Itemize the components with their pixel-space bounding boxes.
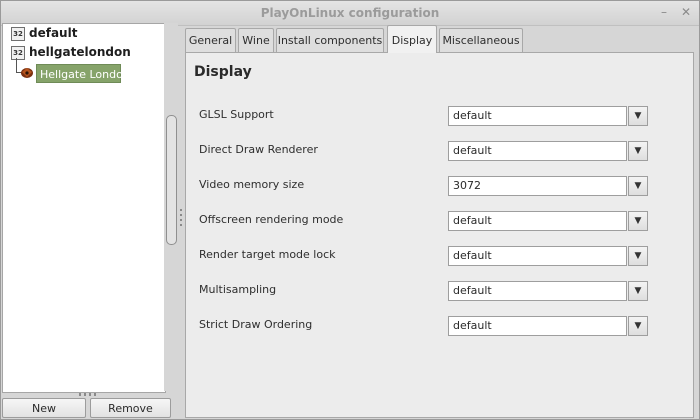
video-memory-size-label: Video memory size — [199, 178, 305, 191]
select-value[interactable]: 3072 — [448, 176, 627, 196]
multisampling-label: Multisampling — [199, 283, 277, 296]
tab-display[interactable]: Display — [387, 25, 437, 53]
window-title: PlayOnLinux configuration — [260, 6, 440, 20]
chevron-down-icon[interactable]: ▼ — [628, 176, 648, 196]
panel-title: Display — [194, 64, 252, 80]
chevron-down-icon[interactable]: ▼ — [628, 246, 648, 266]
scrollbar-thumb[interactable] — [166, 115, 177, 245]
remove-button[interactable]: Remove — [90, 398, 171, 418]
strict-draw-ordering-label: Strict Draw Ordering — [199, 318, 313, 331]
glsl-support-select[interactable]: default ▼ — [448, 106, 648, 126]
display-settings-panel: Display GLSL Support default ▼ Direct Dr… — [185, 52, 694, 418]
32-bit-badge-icon: 32 — [11, 26, 25, 41]
offscreen-rendering-mode-label: Offscreen rendering mode — [199, 213, 344, 226]
offscreen-rendering-mode-select[interactable]: default ▼ — [448, 211, 648, 231]
chevron-down-icon[interactable]: ▼ — [628, 281, 648, 301]
tab-miscellaneous[interactable]: Miscellaneous — [439, 28, 523, 52]
game-icon — [21, 68, 33, 78]
select-value[interactable]: default — [448, 106, 627, 126]
direct-draw-renderer-select[interactable]: default ▼ — [448, 141, 648, 161]
tab-wine[interactable]: Wine — [238, 28, 274, 52]
tree-item-label: default — [29, 26, 78, 40]
chevron-down-icon[interactable]: ▼ — [628, 106, 648, 126]
tree-item-label: hellgatelondon — [29, 45, 131, 59]
render-target-mode-lock-label: Render target mode lock — [199, 248, 336, 261]
glsl-support-label: GLSL Support — [199, 108, 274, 121]
chevron-down-icon[interactable]: ▼ — [628, 316, 648, 336]
tab-install-components[interactable]: Install components — [276, 28, 384, 52]
minimize-button[interactable]: – — [657, 5, 671, 19]
chevron-down-icon[interactable]: ▼ — [628, 211, 648, 231]
new-button[interactable]: New — [2, 398, 86, 418]
tree-item-hellgate-london[interactable]: Hellgate London — [36, 64, 130, 83]
chevron-down-icon[interactable]: ▼ — [628, 141, 648, 161]
resize-grip-icon[interactable] — [79, 393, 99, 396]
select-value[interactable]: default — [448, 211, 627, 231]
select-value[interactable]: default — [448, 141, 627, 161]
direct-draw-renderer-label: Direct Draw Renderer — [199, 143, 318, 156]
video-memory-size-select[interactable]: 3072 ▼ — [448, 176, 648, 196]
select-value[interactable]: default — [448, 281, 627, 301]
tab-general[interactable]: General — [185, 28, 236, 52]
select-value[interactable]: default — [448, 316, 627, 336]
close-button[interactable]: ✕ — [679, 5, 693, 19]
render-target-mode-lock-select[interactable]: default ▼ — [448, 246, 648, 266]
multisampling-select[interactable]: default ▼ — [448, 281, 648, 301]
strict-draw-ordering-select[interactable]: default ▼ — [448, 316, 648, 336]
splitter-grip-icon — [180, 209, 182, 227]
tree-item-default[interactable]: 32 default — [11, 25, 77, 41]
configuration-window: PlayOnLinux configuration – ✕ 32 default … — [0, 0, 700, 420]
select-value[interactable]: default — [448, 246, 627, 266]
